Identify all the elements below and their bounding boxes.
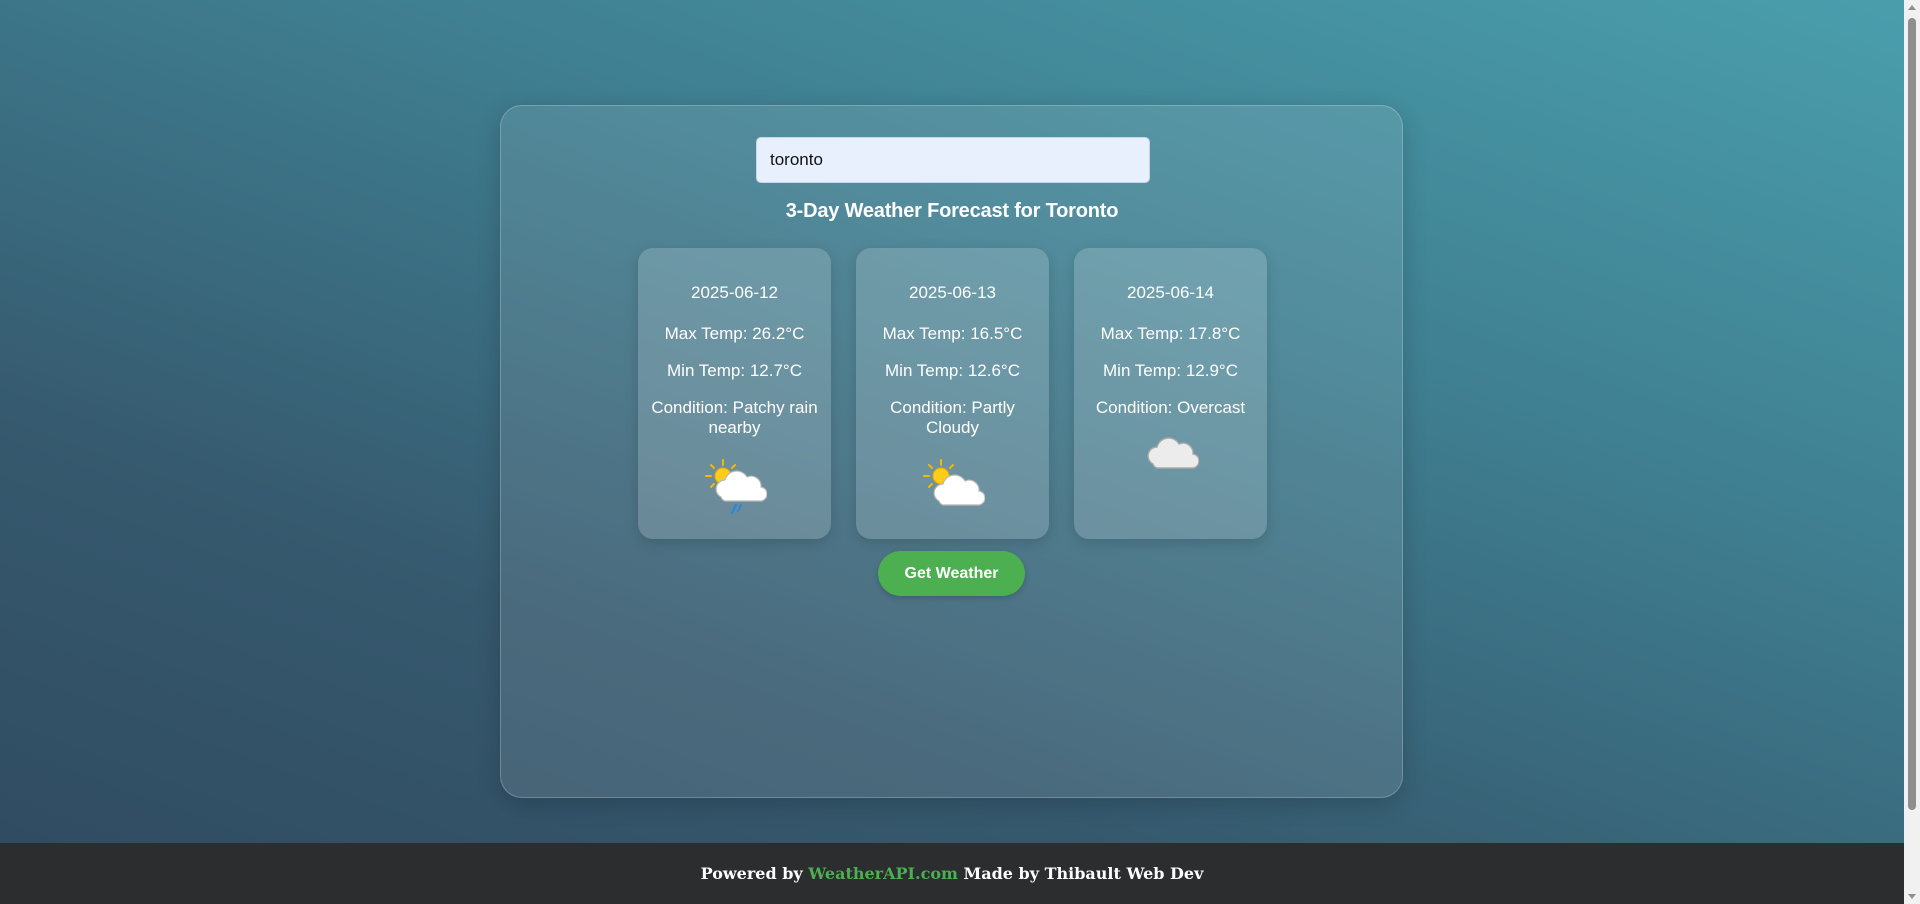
get-weather-button[interactable]: Get Weather [878,551,1025,596]
max-temp: Max Temp: 26.2°C [664,324,805,343]
forecast-date: 2025-06-12 [691,283,778,302]
patchy-rain-icon [704,459,767,515]
scroll-down-arrow-icon[interactable] [1908,894,1916,899]
forecast-date: 2025-06-14 [1127,283,1214,302]
page: 3-Day Weather Forecast for Toronto 2025-… [0,0,1904,843]
max-temp: Max Temp: 16.5°C [882,324,1023,343]
footer-prefix: Powered by [700,864,809,883]
forecast-cards: 2025-06-12 Max Temp: 26.2°C Min Temp: 12… [638,248,1267,539]
city-search-input[interactable] [756,137,1150,183]
forecast-card: 2025-06-12 Max Temp: 26.2°C Min Temp: 12… [638,248,831,539]
scroll-up-arrow-icon[interactable] [1908,5,1916,10]
vertical-scrollbar[interactable] [1904,0,1920,904]
weatherapi-link[interactable]: WeatherAPI.com [808,864,958,883]
min-temp: Min Temp: 12.6°C [885,361,1020,380]
forecast-card: 2025-06-13 Max Temp: 16.5°C Min Temp: 12… [856,248,1049,539]
condition: Condition: Patchy rain nearby [651,398,818,437]
forecast-card: 2025-06-14 Max Temp: 17.8°C Min Temp: 12… [1074,248,1267,539]
footer-suffix: Made by Thibault Web Dev [957,864,1204,883]
min-temp: Min Temp: 12.9°C [1103,361,1238,380]
footer: Powered by WeatherAPI.com Made by Thibau… [0,843,1904,904]
min-temp: Min Temp: 12.7°C [667,361,802,380]
forecast-title: 3-Day Weather Forecast for Toronto [785,200,1119,222]
forecast-date: 2025-06-13 [909,283,996,302]
condition: Condition: Partly Cloudy [890,398,1015,437]
overcast-icon [1146,437,1199,469]
partly-cloudy-icon [922,459,985,506]
condition: Condition: Overcast [1095,398,1246,417]
max-temp: Max Temp: 17.8°C [1100,324,1241,343]
scrollbar-thumb[interactable] [1908,18,1916,810]
